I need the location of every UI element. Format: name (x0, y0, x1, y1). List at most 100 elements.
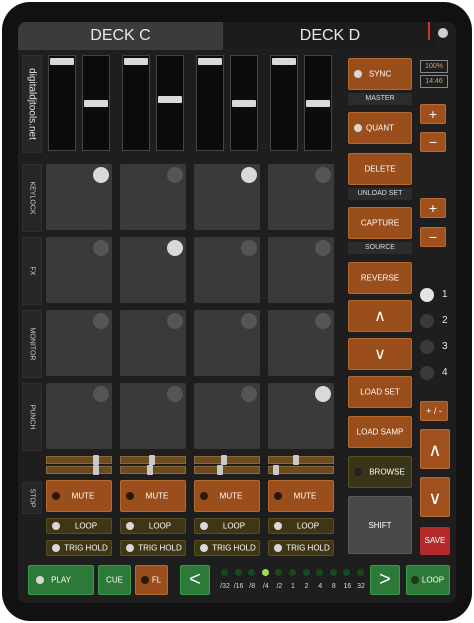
pad[interactable] (120, 237, 186, 303)
fl-button[interactable]: FL (135, 565, 168, 595)
beat-led-icon[interactable] (275, 569, 283, 576)
tab-deck-c[interactable]: DECK C (18, 22, 223, 50)
deck-select-2-icon[interactable] (420, 314, 434, 328)
tab-deck-d[interactable]: DECK D (224, 22, 436, 50)
page-up-button[interactable]: ∧ (420, 429, 450, 469)
load-set-button[interactable]: LOAD SET (348, 376, 412, 408)
mini-slider[interactable] (268, 455, 334, 465)
mini-slider[interactable] (268, 465, 334, 475)
tempo-minus-button[interactable]: − (420, 132, 446, 152)
beat-led-icon[interactable] (289, 569, 296, 576)
sync-button[interactable]: SYNC (348, 58, 412, 90)
trig-hold-button[interactable]: TRIG HOLD (46, 540, 112, 556)
beat-led-icon[interactable] (248, 569, 256, 576)
fader-track[interactable] (156, 55, 184, 151)
mini-slider-knob[interactable] (221, 455, 227, 465)
reverse-button[interactable]: REVERSE (348, 262, 412, 294)
fader-track[interactable] (122, 55, 150, 151)
capture-button[interactable]: CAPTURE (348, 207, 412, 239)
fader-track[interactable] (196, 55, 224, 151)
pitch-plus-button[interactable]: + (420, 198, 446, 218)
menu-toggle-icon[interactable] (438, 28, 448, 38)
fader-track[interactable] (82, 55, 110, 151)
browse-button[interactable]: BROWSE (348, 456, 412, 488)
load-samp-button[interactable]: LOAD SAMP (348, 416, 412, 448)
fader-track[interactable] (270, 55, 298, 151)
pitch-minus-button[interactable]: − (420, 227, 446, 247)
save-button[interactable]: SAVE (420, 527, 450, 555)
pad[interactable] (268, 237, 334, 303)
mute-button[interactable]: MUTE (120, 480, 186, 512)
fader-knob[interactable] (84, 100, 108, 107)
pad[interactable] (46, 237, 112, 303)
trig-hold-button[interactable]: TRIG HOLD (120, 540, 186, 556)
fader-knob[interactable] (50, 58, 74, 65)
mini-slider[interactable] (120, 455, 186, 465)
fader-track[interactable] (48, 55, 76, 151)
cue-button[interactable]: CUE (98, 565, 131, 595)
fader-knob[interactable] (198, 58, 222, 65)
fader-track[interactable] (304, 55, 332, 151)
pad[interactable] (194, 383, 260, 449)
pad[interactable] (268, 310, 334, 376)
beat-led-icon[interactable] (234, 569, 242, 576)
mini-slider-knob[interactable] (273, 465, 279, 475)
beat-led-icon[interactable] (329, 569, 337, 576)
loop-toggle-button[interactable]: LOOP (194, 518, 260, 534)
pad[interactable] (268, 164, 334, 230)
beat-led-icon[interactable] (316, 569, 324, 576)
mini-slider-knob[interactable] (149, 455, 155, 465)
deck-select-4-icon[interactable] (420, 366, 434, 380)
plus-minus-button[interactable]: + / - (420, 401, 448, 421)
beat-prev-button[interactable]: < (180, 565, 210, 595)
mini-slider-knob[interactable] (93, 465, 99, 475)
pad[interactable] (120, 383, 186, 449)
loop-button[interactable]: LOOP (406, 565, 450, 595)
deck-select-1-icon[interactable] (420, 288, 434, 302)
play-button[interactable]: PLAY (28, 565, 94, 595)
beat-led-icon[interactable] (221, 569, 228, 576)
mini-slider-knob[interactable] (93, 455, 99, 465)
mini-slider[interactable] (46, 465, 112, 475)
pad[interactable] (46, 164, 112, 230)
mini-slider[interactable] (46, 455, 112, 465)
trig-hold-button[interactable]: TRIG HOLD (194, 540, 260, 556)
mini-slider-knob[interactable] (293, 455, 299, 465)
mute-button[interactable]: MUTE (268, 480, 334, 512)
pad[interactable] (194, 237, 260, 303)
beat-led-icon[interactable] (261, 569, 269, 576)
fader-track[interactable] (230, 55, 258, 151)
pad[interactable] (268, 383, 334, 449)
beat-led-icon[interactable] (343, 569, 351, 576)
fader-knob[interactable] (306, 100, 330, 107)
shift-button[interactable]: SHIFT (348, 496, 412, 554)
mini-slider[interactable] (120, 465, 186, 475)
page-down-button[interactable]: ∨ (420, 477, 450, 517)
fader-knob[interactable] (232, 100, 256, 107)
pad[interactable] (46, 383, 112, 449)
mini-slider[interactable] (194, 455, 260, 465)
scroll-up-button[interactable]: ∧ (348, 300, 412, 332)
deck-select-3-icon[interactable] (420, 340, 434, 354)
fader-knob[interactable] (158, 96, 182, 103)
quant-button[interactable]: QUANT (348, 112, 412, 144)
mini-slider-knob[interactable] (217, 465, 223, 475)
pad[interactable] (120, 310, 186, 376)
pad[interactable] (120, 164, 186, 230)
pad[interactable] (46, 310, 112, 376)
loop-toggle-button[interactable]: LOOP (120, 518, 186, 534)
scroll-down-button[interactable]: ∨ (348, 338, 412, 370)
loop-toggle-button[interactable]: LOOP (268, 518, 334, 534)
loop-toggle-button[interactable]: LOOP (46, 518, 112, 534)
beat-led-icon[interactable] (302, 569, 310, 576)
pad[interactable] (194, 164, 260, 230)
pad[interactable] (194, 310, 260, 376)
mini-slider-knob[interactable] (147, 465, 153, 475)
mute-button[interactable]: MUTE (46, 480, 112, 512)
delete-button[interactable]: DELETE (348, 153, 412, 185)
tempo-plus-button[interactable]: + (420, 104, 446, 124)
mini-slider[interactable] (194, 465, 260, 475)
fader-knob[interactable] (272, 58, 296, 65)
trig-hold-button[interactable]: TRIG HOLD (268, 540, 334, 556)
beat-next-button[interactable]: > (370, 565, 400, 595)
